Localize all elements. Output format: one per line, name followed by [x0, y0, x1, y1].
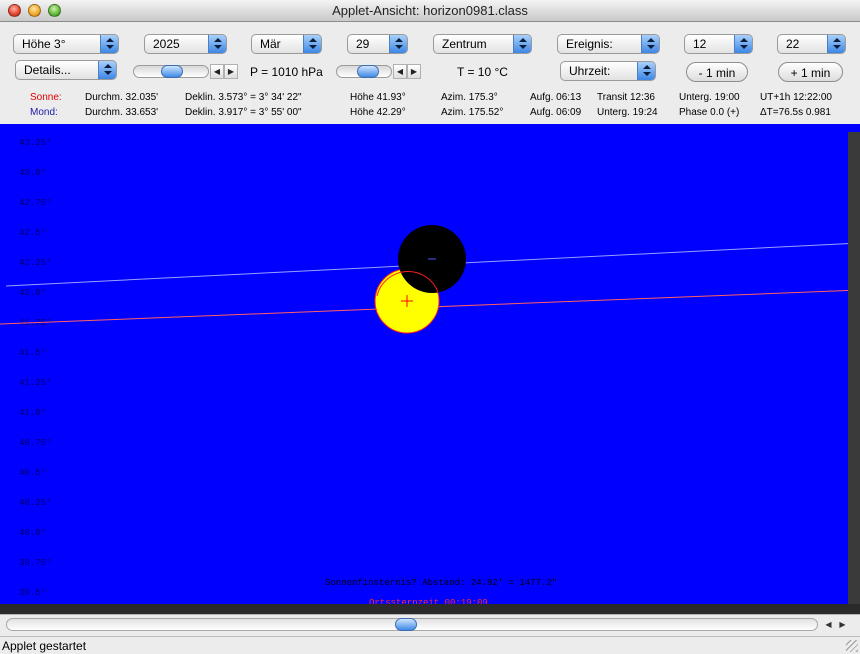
minute-select[interactable]: 22: [777, 34, 846, 54]
moon-diameter: Durchm. 33.653': [85, 107, 159, 118]
moon-azimuth: Azim. 175.52°: [441, 107, 504, 118]
chevron-updown-icon: [641, 35, 659, 53]
horizontal-scrollbar[interactable]: ◀ ▶: [0, 614, 860, 634]
chevron-updown-icon: [734, 35, 752, 53]
chevron-updown-icon: [389, 35, 407, 53]
delta-t: ΔT=76.5s 0.981: [760, 107, 831, 118]
chevron-updown-icon: [513, 35, 531, 53]
sky-right-edge: [848, 132, 860, 604]
control-panel: Höhe 3° 2025 Mär 29 Zentrum Ereignis: 12…: [0, 22, 860, 124]
time-select[interactable]: Uhrzeit:: [560, 61, 656, 81]
moon-declination: Deklin. 3.917° = 3° 55' 00": [185, 107, 302, 118]
event-select[interactable]: Ereignis:: [557, 34, 660, 54]
universal-time: UT+1h 12:22:00: [760, 92, 832, 103]
day-select-value: 29: [356, 37, 370, 51]
chevron-updown-icon: [637, 62, 655, 80]
arrow-left-icon[interactable]: ◀: [393, 64, 407, 79]
chevron-updown-icon: [827, 35, 845, 53]
details-select-value: Details...: [24, 63, 71, 77]
sky-canvas: [0, 225, 860, 334]
altitude-select[interactable]: Höhe 3°: [13, 34, 119, 54]
temperature-label: T = 10 °C: [457, 65, 508, 79]
chevron-updown-icon: [98, 61, 116, 79]
chevron-updown-icon: [208, 35, 226, 53]
status-text: Applet gestartet: [2, 639, 87, 653]
resize-grip-icon[interactable]: [846, 640, 858, 652]
year-select[interactable]: 2025: [144, 34, 227, 54]
scroll-right-icon[interactable]: ▶: [836, 618, 849, 631]
month-select[interactable]: Mär: [251, 34, 322, 54]
moon-set: Unterg. 19:24: [597, 107, 658, 118]
sun-diameter: Durchm. 32.035': [85, 92, 159, 103]
hour-select[interactable]: 12: [684, 34, 753, 54]
plus-minute-button[interactable]: + 1 min: [778, 62, 843, 82]
chevron-updown-icon: [100, 35, 118, 53]
hour-select-value: 12: [693, 37, 707, 51]
sun-label: Sonne:: [30, 92, 62, 103]
sky-view[interactable]: 43.25° 43.0° 42.75° 42.5° 42.25° 42.0° 41.75° 4…: [0, 124, 860, 616]
temperature-slider-thumb[interactable]: [357, 65, 379, 78]
minute-select-value: 22: [786, 37, 800, 51]
moon-label: Mond:: [30, 107, 58, 118]
chevron-updown-icon: [303, 35, 321, 53]
moon-phase: Phase 0.0 (+): [679, 107, 740, 118]
event-select-value: Ereignis:: [566, 37, 613, 51]
arrow-left-icon[interactable]: ◀: [210, 64, 224, 79]
sun-transit: Transit 12:36: [597, 92, 655, 103]
moon-rise: Aufg. 06:09: [530, 107, 582, 118]
status-bar: Applet gestartet: [0, 636, 860, 654]
sun-altitude: Höhe 41.93°: [350, 92, 406, 103]
pressure-slider-thumb[interactable]: [161, 65, 183, 78]
sun-rise: Aufg. 06:13: [530, 92, 582, 103]
pressure-slider[interactable]: ◀ ▶: [133, 64, 239, 79]
eclipse-distance-text: Sonnenfinsternis? Abstand: 24.82' = 1477…: [325, 578, 558, 588]
day-select[interactable]: 29: [347, 34, 408, 54]
time-select-value: Uhrzeit:: [569, 64, 611, 78]
center-select-value: Zentrum: [442, 37, 487, 51]
sun-set: Unterg. 19:00: [679, 92, 740, 103]
arrow-right-icon[interactable]: ▶: [224, 64, 238, 79]
moon-altitude: Höhe 42.29°: [350, 107, 406, 118]
minus-minute-button[interactable]: - 1 min: [686, 62, 748, 82]
center-select[interactable]: Zentrum: [433, 34, 532, 54]
year-select-value: 2025: [153, 37, 180, 51]
sun-declination: Deklin. 3.573° = 3° 34' 22": [185, 92, 302, 103]
window-titlebar: Applet-Ansicht: horizon0981.class: [0, 0, 860, 22]
details-select[interactable]: Details...: [15, 60, 117, 80]
arrow-right-icon[interactable]: ▶: [407, 64, 421, 79]
scrollbar-thumb[interactable]: [395, 618, 417, 631]
scroll-left-icon[interactable]: ◀: [822, 618, 835, 631]
altitude-select-value: Höhe 3°: [22, 37, 66, 51]
temperature-slider[interactable]: ◀ ▶: [336, 64, 422, 79]
window-title: Applet-Ansicht: horizon0981.class: [332, 3, 528, 18]
sun-azimuth: Azim. 175.3°: [441, 92, 498, 103]
month-select-value: Mär: [260, 37, 281, 51]
pressure-label: P = 1010 hPa: [250, 65, 323, 79]
